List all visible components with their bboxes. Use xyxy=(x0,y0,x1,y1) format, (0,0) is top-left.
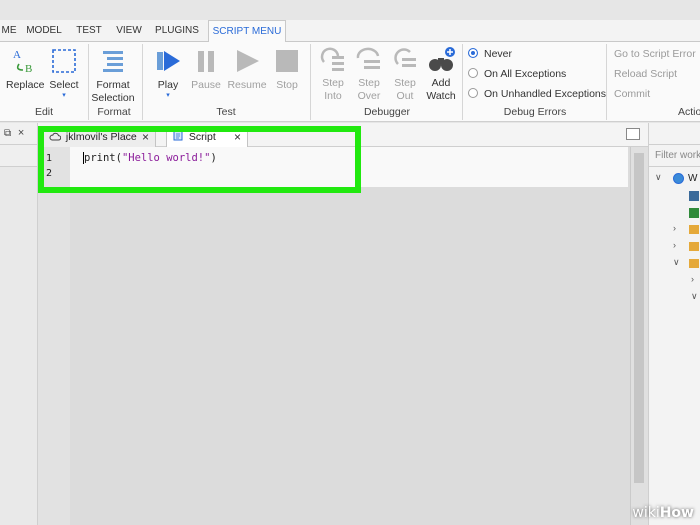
watermark-how: How xyxy=(659,505,694,521)
go-to-script-error-link[interactable]: Go to Script Error xyxy=(614,48,696,60)
tab-test[interactable]: TEST xyxy=(72,20,106,42)
scrollbar-thumb[interactable] xyxy=(634,153,644,483)
resume-label: Resume xyxy=(227,79,267,91)
folder-icon xyxy=(689,259,699,268)
tab-model[interactable]: MODEL xyxy=(22,20,66,42)
add-watch-label2: Watch xyxy=(426,90,456,102)
format-label-line2: Selection xyxy=(91,92,135,104)
script-editor[interactable]: 1 2 print("Hello world!") xyxy=(38,147,648,525)
svg-text:B: B xyxy=(25,63,32,75)
stop-icon xyxy=(276,50,298,72)
format-label-line1: Format xyxy=(96,79,130,91)
folder-icon xyxy=(689,242,699,251)
test-group-label: Test xyxy=(216,106,236,118)
left-panel-header: ⧉ × xyxy=(0,123,37,145)
select-dropdown-icon[interactable]: ▾ xyxy=(48,92,80,100)
reload-script-link[interactable]: Reload Script xyxy=(614,68,677,80)
folder-icon xyxy=(689,225,699,234)
step-over-icon xyxy=(356,47,380,69)
radio-on-all-exceptions[interactable]: On All Exceptions xyxy=(468,66,566,82)
divider xyxy=(606,44,607,120)
stop-button[interactable]: Stop xyxy=(270,46,304,92)
play-dropdown-icon[interactable]: ▾ xyxy=(150,92,186,100)
replace-button[interactable]: A B Replace xyxy=(6,46,45,92)
radio-on-all-label: On All Exceptions xyxy=(484,68,567,80)
divider xyxy=(462,44,463,120)
format-lines-icon xyxy=(103,51,123,72)
pin-icon[interactable]: ⧉ xyxy=(4,128,11,139)
tree-item[interactable]: › xyxy=(649,239,700,256)
left-panel-toolbar xyxy=(0,145,37,167)
debug-errors-group-label: Debug Errors xyxy=(503,106,567,118)
format-selection-button[interactable]: Format Selection xyxy=(88,46,138,105)
pause-icon xyxy=(198,51,214,72)
tree-item-label: W xyxy=(688,173,698,184)
replace-label: Replace xyxy=(6,79,45,91)
terrain-icon xyxy=(689,208,699,218)
debugger-group-label: Debugger xyxy=(363,106,411,118)
watermark-wiki: wiki xyxy=(632,505,660,521)
play-icon xyxy=(157,51,180,71)
radio-on-unhandled-exceptions[interactable]: On Unhandled Exceptions xyxy=(468,86,606,102)
replace-icon: A B xyxy=(13,49,32,75)
tab-script-menu[interactable]: SCRIPT MENU xyxy=(208,20,286,43)
camera-icon xyxy=(689,191,699,201)
tab-view[interactable]: VIEW xyxy=(112,20,146,42)
binoculars-icon xyxy=(429,47,455,71)
pause-button[interactable]: Pause xyxy=(188,46,224,92)
play-label: Play xyxy=(157,79,179,91)
tree-item[interactable]: ∨ xyxy=(649,256,700,273)
chevron-right-icon[interactable]: › xyxy=(691,274,694,284)
select-button[interactable]: Select ▾ xyxy=(48,46,80,100)
left-panel: ⧉ × xyxy=(0,123,38,525)
radio-selected-icon xyxy=(468,48,478,58)
svg-text:A: A xyxy=(13,49,21,61)
explorer-header xyxy=(649,123,700,145)
ribbon: A B Replace Select ▾ Edit Format Selecti… xyxy=(0,42,700,122)
select-label: Select xyxy=(49,79,79,91)
edit-group-label: Edit xyxy=(34,106,54,118)
play-button[interactable]: Play ▾ xyxy=(150,46,186,100)
radio-never-label: Never xyxy=(484,48,513,60)
radio-empty-icon xyxy=(468,68,478,78)
chevron-right-icon[interactable]: › xyxy=(673,240,676,250)
resume-icon xyxy=(237,50,259,72)
radio-never[interactable]: Never xyxy=(468,46,512,62)
pause-label: Pause xyxy=(191,79,221,91)
globe-icon xyxy=(673,173,684,184)
add-watch-button[interactable]: Add Watch xyxy=(420,46,462,103)
radio-on-unhandled-label: On Unhandled Exceptions xyxy=(484,88,606,100)
line-number-gutter: 1 2 xyxy=(38,147,70,525)
tree-item[interactable]: › xyxy=(649,222,700,239)
step-into-icon xyxy=(320,47,344,71)
menu-bar: ME MODEL TEST VIEW PLUGINS SCRIPT MENU xyxy=(0,20,700,43)
chevron-down-icon[interactable]: ∨ xyxy=(691,291,698,302)
chevron-down-icon[interactable]: ∨ xyxy=(655,172,662,183)
stop-label: Stop xyxy=(276,79,298,91)
tab-plugins[interactable]: PLUGINS xyxy=(152,20,202,42)
vertical-scrollbar[interactable] xyxy=(630,147,648,525)
chevron-down-icon[interactable]: ∨ xyxy=(673,257,680,268)
tree-item[interactable] xyxy=(649,205,700,222)
tree-item[interactable]: › xyxy=(649,273,700,290)
highlight-box xyxy=(38,126,361,193)
actions-group-label: Actio xyxy=(678,106,700,118)
wikihow-watermark: wikiHow xyxy=(632,505,694,521)
chevron-right-icon[interactable]: › xyxy=(673,223,676,233)
commit-link[interactable]: Commit xyxy=(614,88,650,100)
step-out-icon xyxy=(394,48,416,67)
window-restore-icon[interactable] xyxy=(626,128,640,140)
radio-empty-icon xyxy=(468,88,478,98)
explorer-panel: Filter work ∨ W › › ∨ › ∨ xyxy=(648,123,700,525)
tab-home[interactable]: ME xyxy=(0,20,18,42)
tree-item[interactable]: ∨ xyxy=(649,290,700,307)
explorer-filter-input[interactable]: Filter work xyxy=(649,145,700,167)
tree-item[interactable] xyxy=(649,188,700,205)
resume-button[interactable]: Resume xyxy=(226,46,268,92)
format-group-label: Format xyxy=(97,106,131,118)
add-watch-label1: Add xyxy=(431,77,451,89)
select-icon xyxy=(52,49,76,73)
tree-item-workspace[interactable]: ∨ W xyxy=(649,171,700,188)
close-icon[interactable]: × xyxy=(18,127,24,139)
